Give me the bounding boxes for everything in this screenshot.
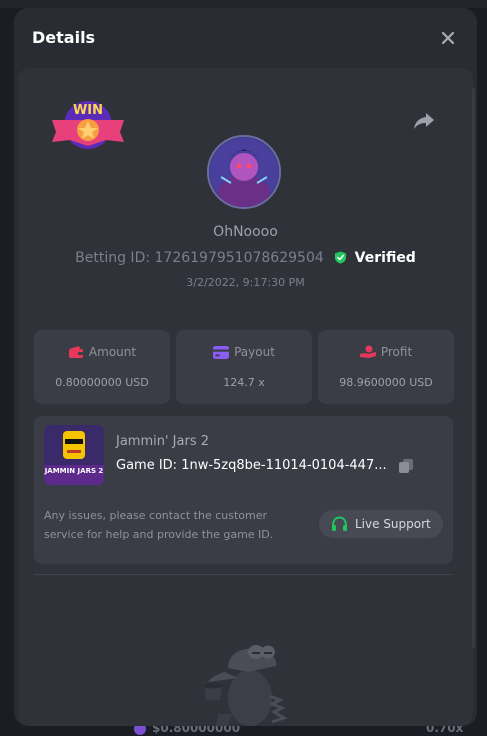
profit-value: 98.9600000 USD [339,376,433,389]
betting-id-label: Betting ID: [75,250,151,266]
amount-card: Amount 0.80000000 USD [34,330,170,404]
game-thumbnail-text: JAMMIN JARS 2 [44,467,103,475]
support-note: Any issues, please contact the customer … [44,509,274,541]
verified-label: Verified [354,250,416,266]
verified-shield-icon [335,251,347,264]
divider [34,574,453,575]
card-icon [213,346,230,359]
details-panel: WIN OhNoooo Betting ID: 1726197951078629… [18,68,473,726]
game-card: JAMMIN JARS 2 Jammin' Jars 2 Game ID: 1n… [34,416,453,564]
game-id-label: Game ID: [116,458,178,473]
close-button[interactable] [438,28,458,48]
game-name[interactable]: Jammin' Jars 2 [116,434,209,449]
modal-title: Details [32,28,96,47]
backdrop-top-bar [0,0,487,8]
profit-card: Profit 98.9600000 USD [318,330,454,404]
modal-header: Details [14,8,477,68]
payout-value: 124.7 x [223,376,265,389]
scrollbar[interactable] [472,88,475,648]
payout-header: Payout [176,345,312,359]
betting-id-value: 1726197951078629504 [154,250,324,266]
headset-icon [332,516,347,531]
live-support-button[interactable]: Live Support [319,510,443,538]
bet-datetime: 3/2/2022, 9:17:30 PM [186,276,305,289]
game-thumbnail-image: JAMMIN JARS 2 [44,425,104,485]
share-icon[interactable] [412,108,436,132]
game-id-value: 1nw-5zq8be-11014-0104-447... [181,458,387,473]
live-support-label: Live Support [355,517,431,531]
win-badge-icon: WIN [52,101,124,149]
game-id: Game ID: 1nw-5zq8be-11014-0104-447... [116,458,396,473]
wallet-icon [68,346,83,358]
profit-header: Profit [318,345,454,359]
win-badge-text: WIN [73,103,103,118]
avatar [207,135,281,209]
game-thumbnail[interactable]: JAMMIN JARS 2 [44,425,104,485]
hand-coin-icon [359,345,376,358]
avatar-image [209,137,279,207]
details-modal: Details WIN OhNoooo Betting ID: 17261979… [14,8,477,726]
amount-header: Amount [34,345,170,359]
betting-id-line: Betting ID: 1726197951078629504 Verified [18,250,473,266]
copy-icon[interactable] [398,458,414,474]
close-icon [441,31,455,45]
amount-label: Amount [88,345,137,359]
crocodile-mascot-icon [204,645,288,726]
username[interactable]: OhNoooo [18,224,473,240]
payout-card: Payout 124.7 x [176,330,312,404]
profit-label: Profit [380,345,413,359]
payout-label: Payout [234,345,275,359]
amount-value: 0.80000000 USD [55,376,149,389]
